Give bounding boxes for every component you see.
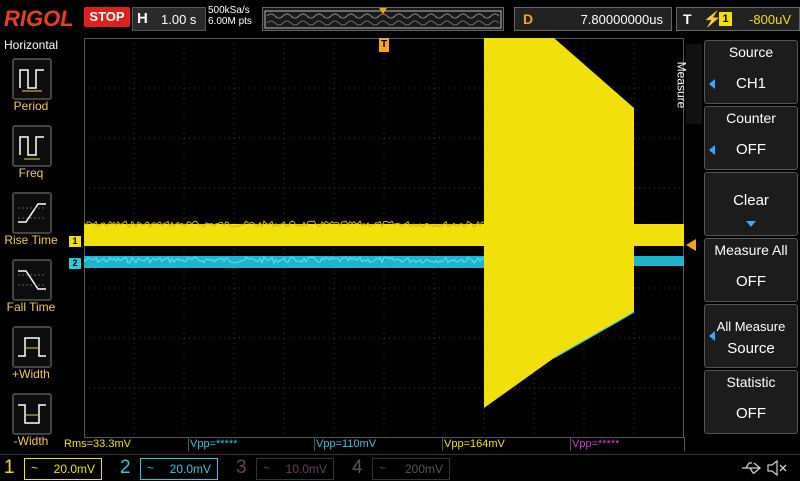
delay-value: 7.80000000us [580, 12, 663, 27]
source-value: CH1 [735, 75, 766, 92]
rise-time-label: Rise Time [4, 233, 58, 247]
timebase-box[interactable]: H 1.00 s [132, 7, 206, 31]
ch1-status[interactable]: 1 ~ 20.0mV [0, 455, 116, 481]
meas-vpp-1: Vpp=***** [188, 437, 315, 451]
ch2-offset-marker[interactable]: 2 [69, 258, 81, 269]
ch4-status[interactable]: 4 ~ 200mV [348, 455, 464, 481]
rise-time-icon [18, 203, 46, 223]
top-status-bar: RIGOL STOP H 1.00 s 500kSa/s 6.00M pts D… [0, 0, 800, 36]
meas-vpp-2-text: Vpp=110mV [316, 438, 377, 450]
measurement-results-bar: Rms=33.3mV Vpp=***** Vpp=110mV Vpp=164mV… [62, 437, 685, 452]
ch3-number: 3 [236, 457, 247, 478]
meas-rms: Rms=33.3mV [62, 437, 189, 451]
all-measure-source-value: Source [727, 340, 775, 357]
ch4-scale: 200mV [404, 462, 443, 476]
freq-label: Freq [18, 166, 44, 180]
freq-button[interactable] [12, 125, 52, 167]
meas-vpp-3: Vpp=164mV [442, 437, 571, 451]
usb-icon [742, 462, 762, 474]
ch1-number: 1 [4, 457, 15, 478]
meas-vpp-4: Vpp=***** [570, 437, 685, 451]
meas-rms-text: Rms=33.3mV [64, 438, 131, 450]
waveform-position-bar[interactable] [262, 7, 504, 31]
ch3-scale: 10.0mV [285, 462, 327, 476]
ch4-number: 4 [352, 457, 363, 478]
ch4-coupling-icon: ~ [379, 461, 387, 475]
period-label: Period [13, 99, 49, 113]
pos-width-icon [18, 337, 46, 357]
delay-key: D [523, 11, 534, 27]
period-button[interactable] [12, 58, 52, 100]
fall-time-button[interactable] [12, 259, 52, 301]
position-overview [264, 8, 502, 29]
rise-time-button[interactable] [12, 192, 52, 234]
ch2-trace-after [634, 256, 684, 266]
ch2-coupling-icon: ~ [147, 461, 155, 475]
statistic-title: Statistic [726, 374, 776, 390]
measure-all-button[interactable]: Measure All OFF [704, 238, 798, 302]
timebase-value: 1.00 s [161, 12, 197, 27]
neg-width-label: -Width [13, 434, 49, 448]
ch1-scale: 20.0mV [53, 462, 95, 476]
left-panel-title: Horizontal [3, 38, 59, 52]
pos-width-label: +Width [12, 367, 50, 381]
ch2-status[interactable]: 2 ~ 20.0mV [116, 455, 232, 481]
neg-width-button[interactable] [12, 393, 52, 435]
source-title: Source [728, 44, 774, 60]
speaker-mute-icon[interactable] [766, 459, 788, 477]
source-button[interactable]: Source CH1 [704, 40, 798, 104]
trigger-level: -800uV [749, 12, 791, 27]
sample-rate: 500kSa/s [208, 5, 250, 16]
rigol-logo: RIGOL [4, 6, 74, 31]
clear-dropdown-icon [746, 221, 756, 227]
ch3-coupling-icon: ~ [263, 461, 271, 475]
horizontal-key: H [137, 10, 148, 27]
clear-button[interactable]: Clear [704, 172, 798, 236]
measure-tab[interactable]: Measure [674, 44, 702, 124]
fall-time-label: Fall Time [6, 300, 56, 314]
meas-vpp-3-text: Vpp=164mV [444, 438, 505, 450]
ch1-trace-after [634, 224, 684, 246]
ch3-status[interactable]: 3 ~ 10.0mV [232, 455, 348, 481]
all-measure-source-button[interactable]: All Measure Source [704, 304, 798, 368]
statistic-value: OFF [736, 405, 766, 422]
trigger-source-badge: 1 [719, 12, 732, 26]
ch2-scale: 20.0mV [169, 462, 211, 476]
trigger-level-marker[interactable] [686, 239, 696, 251]
pos-width-button[interactable] [12, 326, 52, 368]
neg-width-icon [18, 404, 46, 424]
fall-time-icon [18, 270, 46, 290]
acquisition-info: 500kSa/s 6.00M pts [208, 5, 252, 27]
trigger-time-marker[interactable]: T [379, 38, 389, 52]
counter-title: Counter [726, 110, 776, 126]
all-measure-source-title: All Measure [716, 319, 786, 334]
measure-all-title: Measure All [714, 242, 788, 258]
measure-all-value: OFF [736, 273, 766, 290]
meas-vpp-2: Vpp=110mV [314, 437, 443, 451]
memory-depth: 6.00M pts [208, 16, 252, 27]
freq-icon [19, 136, 44, 160]
ch1-offset-marker[interactable]: 1 [69, 236, 81, 247]
measure-tab-label: Measure [674, 61, 689, 109]
trigger-box[interactable]: T ⚡ 1 -800uV [676, 7, 800, 31]
counter-value: OFF [736, 141, 766, 158]
ch1-trace [84, 224, 484, 246]
meas-vpp-1-text: Vpp=***** [190, 438, 238, 450]
run-stop-indicator[interactable]: STOP [84, 7, 130, 27]
meas-vpp-4-text: Vpp=***** [572, 438, 620, 450]
delay-box[interactable]: D 7.80000000us [514, 7, 672, 31]
clear-label: Clear [733, 192, 769, 209]
counter-button[interactable]: Counter OFF [704, 106, 798, 170]
period-icon [19, 69, 44, 92]
ch2-number: 2 [120, 457, 131, 478]
ch1-coupling-icon: ~ [31, 461, 39, 475]
trigger-key: T [683, 11, 692, 27]
statistic-button[interactable]: Statistic OFF [704, 370, 798, 434]
channel-status-bar: 1 ~ 20.0mV 2 ~ 20.0mV 3 ~ 10.0mV 4 ~ 200… [0, 454, 800, 481]
waveform-display[interactable] [84, 38, 684, 438]
